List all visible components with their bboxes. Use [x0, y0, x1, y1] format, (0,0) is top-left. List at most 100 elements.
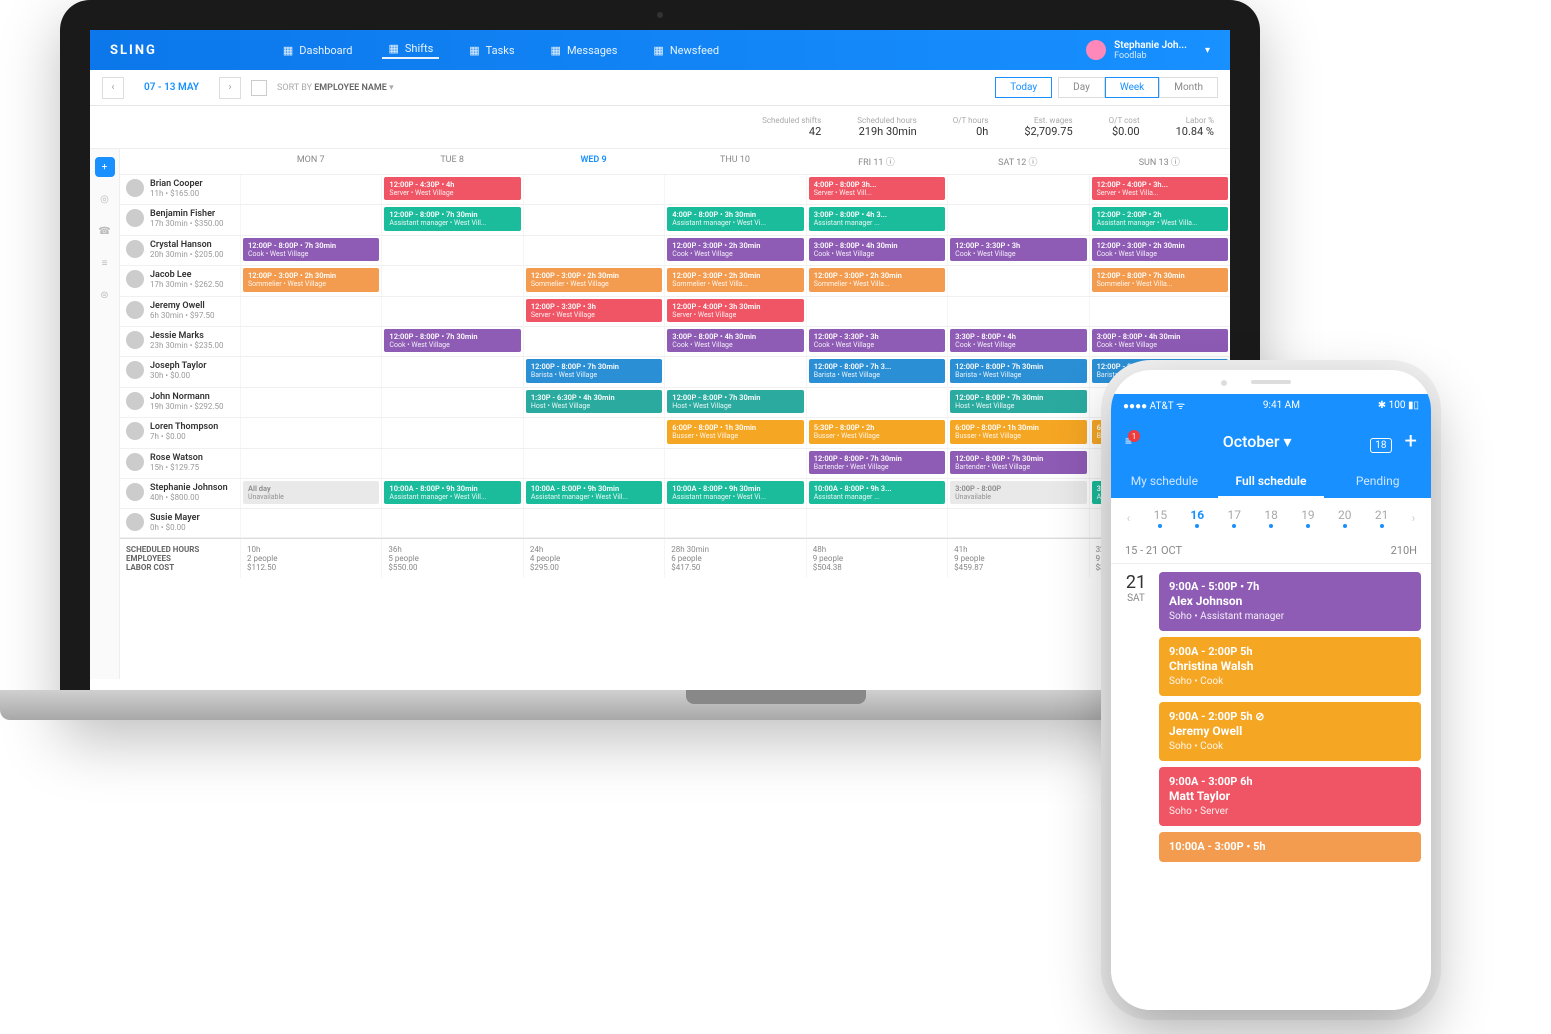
day-header-cell[interactable]: MON 7 — [240, 149, 381, 174]
employee-cell[interactable]: Loren Thompson7h • $0.00 — [120, 418, 240, 447]
shift-block[interactable]: 10:00A - 8:00P • 9h 30minAssistant manag… — [384, 481, 520, 504]
schedule-cell[interactable]: 12:00P - 3:00P • 2h 30minSommelier • Wes… — [240, 266, 381, 295]
schedule-cell[interactable]: 3:30P - 8:00P • 4hCook • West Village — [947, 327, 1088, 356]
shift-block[interactable]: 12:00P - 8:00P • 7h 30minBartender • Wes… — [809, 451, 945, 474]
shift-block[interactable]: 6:00P - 8:00P • 1h 30minBusser • West Vi… — [667, 420, 803, 443]
schedule-cell[interactable]: 12:00P - 4:00P • 3h 30minServer • West V… — [664, 297, 805, 326]
next-icon[interactable]: › — [1412, 511, 1416, 525]
shift-block[interactable]: 5:30P - 8:00P • 2hBusser • West Village — [809, 420, 945, 443]
phone-day[interactable]: 15 — [1154, 508, 1168, 528]
schedule-cell[interactable]: 12:00P - 4:30P • 4hServer • West Village — [381, 175, 522, 204]
shift-block[interactable]: 12:00P - 3:00P • 2h 30minSommelier • Wes… — [243, 268, 379, 291]
schedule-cell[interactable]: 12:00P - 8:00P • 7h 30minHost • West Vil… — [664, 388, 805, 417]
schedule-cell[interactable] — [523, 449, 664, 478]
schedule-cell[interactable]: 12:00P - 3:30P • 3hCook • West Village — [947, 236, 1088, 265]
nav-shifts[interactable]: ▦Shifts — [382, 42, 439, 59]
schedule-cell[interactable]: 12:00P - 8:00P • 7h 30minSommelier • Wes… — [1089, 266, 1230, 295]
phone-icon[interactable]: ☎ — [95, 221, 115, 241]
schedule-cell[interactable] — [1089, 297, 1230, 326]
schedule-cell[interactable]: 5:30P - 8:00P • 2hBusser • West Village — [806, 418, 947, 447]
nav-messages[interactable]: ▦Messages — [545, 42, 624, 59]
schedule-cell[interactable]: 12:00P - 8:00P • 7h 30minCook • West Vil… — [381, 327, 522, 356]
shift-block[interactable]: 4:00P - 8:00P 3h...Server • West Vill... — [809, 177, 945, 200]
shift-block[interactable]: 12:00P - 3:30P • 3hCook • West Village — [809, 329, 945, 352]
schedule-cell[interactable] — [523, 327, 664, 356]
schedule-cell[interactable]: 3:00P - 8:00P • 4h 30minCook • West Vill… — [1089, 327, 1230, 356]
schedule-cell[interactable] — [240, 357, 381, 386]
schedule-cell[interactable]: 3:00P - 8:00PUnavailable — [947, 479, 1088, 508]
schedule-cell[interactable] — [806, 388, 947, 417]
shift-block[interactable]: 12:00P - 8:00P • 7h 30minBartender • Wes… — [950, 451, 1086, 474]
schedule-cell[interactable] — [664, 357, 805, 386]
schedule-cell[interactable]: 12:00P - 8:00P • 7h 30minHost • West Vil… — [947, 388, 1088, 417]
shift-block[interactable]: 12:00P - 8:00P • 7h 30minSommelier • Wes… — [1092, 268, 1228, 291]
phone-shift[interactable]: 9:00A - 2:00P 5hChristina WalshSoho • Co… — [1159, 637, 1421, 696]
schedule-cell[interactable] — [947, 509, 1088, 537]
employee-cell[interactable]: Stephanie Johnson40h • $800.00 — [120, 479, 240, 508]
shift-block[interactable]: 12:00P - 4:30P • 4hServer • West Village — [384, 177, 520, 200]
schedule-cell[interactable]: 4:00P - 8:00P • 3h 30minAssistant manage… — [664, 205, 805, 234]
menu-icon[interactable]: ≡1 — [1125, 434, 1144, 449]
shift-block[interactable]: 3:00P - 8:00P • 4h 3...Assistant manager… — [809, 207, 945, 230]
nav-dashboard[interactable]: ▦Dashboard — [277, 42, 359, 59]
employee-cell[interactable]: Rose Watson15h • $129.75 — [120, 449, 240, 478]
select-all-checkbox[interactable] — [251, 80, 267, 96]
phone-day[interactable]: 17 — [1228, 508, 1242, 528]
phone-day[interactable]: 18 — [1264, 508, 1278, 528]
schedule-cell[interactable]: 12:00P - 3:00P • 2h 30minSommelier • Wes… — [523, 266, 664, 295]
employee-cell[interactable]: John Normann19h 30min • $292.50 — [120, 388, 240, 417]
phone-tab[interactable]: Pending — [1324, 466, 1431, 498]
schedule-cell[interactable] — [240, 388, 381, 417]
schedule-cell[interactable] — [240, 449, 381, 478]
shift-block[interactable]: All dayUnavailable — [243, 481, 379, 504]
view-week-button[interactable]: Week — [1105, 77, 1159, 98]
list-icon[interactable]: ≡ — [95, 253, 115, 273]
schedule-cell[interactable]: All dayUnavailable — [240, 479, 381, 508]
schedule-cell[interactable]: 3:00P - 8:00P • 4h 30minCook • West Vill… — [806, 236, 947, 265]
schedule-cell[interactable]: 4:00P - 8:00P 3h...Server • West Vill... — [806, 175, 947, 204]
phone-shift[interactable]: 9:00A - 3:00P 6hMatt TaylorSoho • Server — [1159, 767, 1421, 826]
schedule-cell[interactable] — [240, 327, 381, 356]
today-button[interactable]: Today — [995, 77, 1052, 98]
shift-block[interactable]: 12:00P - 8:00P • 7h 30minCook • West Vil… — [384, 329, 520, 352]
schedule-cell[interactable]: 10:00A - 8:00P • 9h 30minAssistant manag… — [664, 479, 805, 508]
shift-block[interactable]: 12:00P - 8:00P • 7h 30minBarista • West … — [526, 359, 662, 382]
schedule-cell[interactable] — [523, 175, 664, 204]
view-day-button[interactable]: Day — [1058, 77, 1105, 98]
phone-tab[interactable]: My schedule — [1111, 466, 1218, 498]
shift-block[interactable]: 12:00P - 2:00P • 2hAssistant manager • W… — [1092, 207, 1228, 230]
phone-shift[interactable]: 9:00A - 2:00P 5h ⊘Jeremy OwellSoho • Coo… — [1159, 702, 1421, 761]
schedule-cell[interactable]: 12:00P - 3:30P • 3hServer • West Village — [523, 297, 664, 326]
shift-block[interactable]: 12:00P - 8:00P • 7h 30minAssistant manag… — [384, 207, 520, 230]
shift-block[interactable]: 6:00P - 8:00P • 1h 30minBusser • West Vi… — [950, 420, 1086, 443]
schedule-cell[interactable] — [381, 388, 522, 417]
shift-block[interactable]: 1:30P - 6:30P • 4h 30minHost • West Vill… — [526, 390, 662, 413]
shift-block[interactable]: 12:00P - 3:00P • 2h 30minSommelier • Wes… — [526, 268, 662, 291]
schedule-cell[interactable]: 12:00P - 8:00P • 7h 30minAssistant manag… — [381, 205, 522, 234]
shift-block[interactable]: 12:00P - 3:00P • 2h 30minCook • West Vil… — [667, 238, 803, 261]
shift-block[interactable]: 12:00P - 3:30P • 3hServer • West Village — [526, 299, 662, 322]
shift-block[interactable]: 3:00P - 8:00PUnavailable — [950, 481, 1086, 504]
schedule-cell[interactable]: 12:00P - 3:00P • 2h 30minSommelier • Wes… — [664, 266, 805, 295]
shift-block[interactable]: 3:00P - 8:00P • 4h 30minCook • West Vill… — [667, 329, 803, 352]
schedule-cell[interactable] — [523, 236, 664, 265]
add-button[interactable]: + — [95, 157, 115, 177]
employee-cell[interactable]: Benjamin Fisher17h 30min • $350.00 — [120, 205, 240, 234]
day-header-cell[interactable]: FRI 11 ⓘ — [806, 149, 947, 174]
nav-newsfeed[interactable]: ▦Newsfeed — [647, 42, 725, 59]
schedule-cell[interactable]: 12:00P - 3:00P • 2h 30minCook • West Vil… — [664, 236, 805, 265]
shift-block[interactable]: 10:00A - 8:00P • 9h 3...Assistant manage… — [809, 481, 945, 504]
employee-cell[interactable]: Jessie Marks23h 30min • $235.00 — [120, 327, 240, 356]
shift-block[interactable]: 12:00P - 8:00P • 7h 30minHost • West Vil… — [950, 390, 1086, 413]
shift-block[interactable]: 10:00A - 8:00P • 9h 30minAssistant manag… — [667, 481, 803, 504]
schedule-cell[interactable]: 6:00P - 8:00P • 1h 30minBusser • West Vi… — [947, 418, 1088, 447]
location-icon[interactable]: ◎ — [95, 189, 115, 209]
schedule-cell[interactable] — [664, 449, 805, 478]
schedule-cell[interactable] — [523, 418, 664, 447]
employee-cell[interactable]: Jeremy Owell6h 30min • $97.50 — [120, 297, 240, 326]
schedule-cell[interactable]: 3:00P - 8:00P • 4h 30minCook • West Vill… — [664, 327, 805, 356]
schedule-cell[interactable]: 12:00P - 4:00P • 3h...Server • West Vill… — [1089, 175, 1230, 204]
prev-week-button[interactable]: ‹ — [102, 77, 124, 99]
shift-block[interactable]: 12:00P - 4:00P • 3h...Server • West Vill… — [1092, 177, 1228, 200]
prev-icon[interactable]: ‹ — [1127, 511, 1131, 525]
